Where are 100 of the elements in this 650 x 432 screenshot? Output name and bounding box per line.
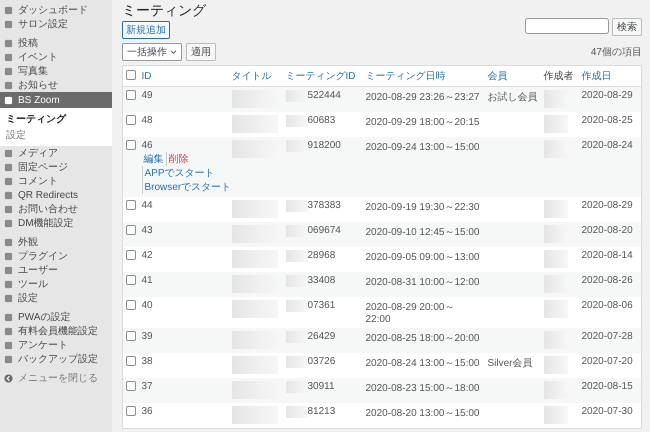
square-icon — [4, 6, 13, 14]
datetime-cell: 2020-08-25 18:00～20:00 — [366, 333, 480, 344]
collapse-menu-button[interactable]: メニューを閉じる — [0, 371, 112, 385]
created-date-cell: 2020-08-20 — [582, 225, 633, 236]
row-checkbox[interactable] — [126, 406, 136, 416]
row-checkbox[interactable] — [126, 225, 136, 235]
row-checkbox[interactable] — [126, 90, 136, 100]
id-cell-text: 48 — [142, 115, 154, 126]
sidebar-item[interactable]: PWAの設定 — [0, 310, 112, 324]
id-cell-text: 37 — [142, 381, 154, 392]
square-icon — [4, 340, 13, 350]
meeting-id-cell: 378383 — [308, 200, 341, 211]
sortable-column-header[interactable]: ID — [142, 70, 152, 82]
blurred-block — [544, 300, 568, 318]
row-action-link[interactable]: 削除 — [166, 152, 190, 166]
created-date-cell: 2020-08-14 — [582, 250, 633, 261]
add-new-button[interactable]: 新規追加 — [122, 21, 170, 39]
square-icon — [4, 266, 13, 274]
id-cell-text: 36 — [142, 406, 154, 417]
row-checkbox[interactable] — [126, 300, 136, 310]
row-checkbox[interactable] — [126, 200, 136, 210]
id-cell-text: 43 — [142, 225, 154, 236]
sidebar-item[interactable]: 投稿 — [0, 36, 112, 50]
sortable-column-header[interactable]: 会員 — [488, 71, 508, 82]
search-button[interactable]: 検索 — [612, 18, 642, 36]
blurred-block — [232, 250, 278, 268]
meeting-id-cell: 33408 — [308, 275, 336, 286]
row-checkbox[interactable] — [126, 356, 136, 366]
datetime-cell: 2020-09-29 18:00～20:15 — [366, 117, 480, 128]
row-checkbox[interactable] — [126, 381, 136, 391]
meeting-id-cell: 918200 — [308, 140, 341, 151]
select-all-checkbox[interactable] — [126, 70, 136, 80]
row-checkbox[interactable] — [126, 250, 136, 260]
circle-arrow-icon — [4, 374, 13, 382]
square-icon — [4, 176, 13, 186]
sidebar-item[interactable]: BS Zoom — [0, 92, 112, 108]
row-action-link[interactable]: APPでスタート — [142, 166, 217, 180]
apply-button[interactable]: 適用 — [186, 43, 216, 61]
sidebar-item[interactable]: ユーザー — [0, 263, 112, 277]
row-checkbox[interactable] — [126, 275, 136, 285]
id-cell-text: 41 — [142, 275, 154, 286]
row-action-link[interactable]: 編集 — [142, 152, 166, 166]
square-icon — [4, 20, 13, 28]
row-checkbox[interactable] — [126, 115, 136, 125]
submenu-item[interactable]: ミーティング — [0, 111, 112, 127]
sortable-column-header[interactable]: 作成日 — [582, 71, 612, 82]
blurred-block — [286, 300, 308, 312]
row-checkbox[interactable] — [126, 331, 136, 341]
sidebar-item[interactable]: サロン設定 — [0, 17, 112, 31]
blurred-block — [232, 200, 278, 218]
sidebar-item[interactable]: メディア — [0, 146, 112, 160]
submenu-item[interactable]: 設定 — [0, 127, 112, 143]
sidebar-item[interactable]: イベント — [0, 50, 112, 64]
created-date-cell: 2020-08-24 — [582, 140, 633, 151]
id-cell-text: 40 — [142, 300, 154, 311]
blurred-block — [544, 250, 568, 268]
datetime-cell: 2020-09-24 13:00～15:00 — [366, 142, 480, 153]
search-field[interactable] — [525, 18, 609, 34]
created-date-cell: 2020-07-28 — [582, 331, 633, 342]
sidebar-item[interactable]: お問い合わせ — [0, 202, 112, 216]
blurred-block — [286, 356, 308, 368]
datetime-cell: 2020-08-20 13:00～15:00 — [366, 408, 480, 419]
sortable-column-header[interactable]: ミーティングID — [286, 71, 356, 82]
blurred-block — [544, 200, 568, 218]
member-cell: Silver会員 — [488, 358, 533, 369]
sidebar-item[interactable]: お知らせ — [0, 78, 112, 92]
created-date-cell: 2020-08-29 — [582, 200, 633, 211]
id-cell-text: 46 — [142, 140, 154, 151]
meeting-id-cell: 522444 — [308, 90, 341, 101]
square-icon — [4, 162, 13, 172]
sidebar-item[interactable]: アンケート — [0, 338, 112, 352]
sortable-column-header[interactable]: ミーティング日時 — [366, 71, 446, 82]
square-icon — [4, 52, 13, 62]
blurred-block — [544, 356, 568, 374]
id-cell-text: 38 — [142, 356, 154, 367]
sidebar-item[interactable]: 写真集 — [0, 64, 112, 78]
square-icon — [4, 326, 13, 336]
row-checkbox[interactable] — [126, 140, 136, 150]
sidebar-item[interactable]: 設定 — [0, 291, 112, 305]
datetime-cell: 2020-09-05 09:00～13:00 — [366, 252, 480, 263]
created-date-cell: 2020-08-29 — [582, 90, 633, 101]
sidebar-item[interactable]: ダッシュボード — [0, 3, 112, 17]
caret-icon — [170, 50, 177, 54]
created-date-cell: 2020-07-30 — [582, 406, 633, 417]
sidebar-item[interactable]: 外観 — [0, 235, 112, 249]
sidebar-item[interactable]: 固定ページ — [0, 160, 112, 174]
sortable-column-header[interactable]: タイトル — [232, 71, 272, 82]
sidebar-item[interactable]: プラグイン — [0, 249, 112, 263]
meeting-id-cell: 81213 — [308, 406, 336, 417]
square-icon — [4, 294, 13, 302]
sidebar-item[interactable]: ツール — [0, 277, 112, 291]
square-icon — [4, 252, 13, 260]
created-date-cell: 2020-08-25 — [582, 115, 633, 126]
sidebar-item[interactable]: DM機能設定 — [0, 216, 112, 230]
bulk-action-dropdown[interactable]: 一括操作 — [122, 43, 182, 61]
meeting-id-cell: 069674 — [308, 225, 341, 236]
sidebar-item[interactable]: コメント — [0, 174, 112, 188]
sidebar-item[interactable]: 有料会員機能設定 — [0, 324, 112, 338]
sidebar-item[interactable]: QR Redirects — [0, 188, 112, 202]
sidebar-item[interactable]: バックアップ設定 — [0, 352, 112, 366]
